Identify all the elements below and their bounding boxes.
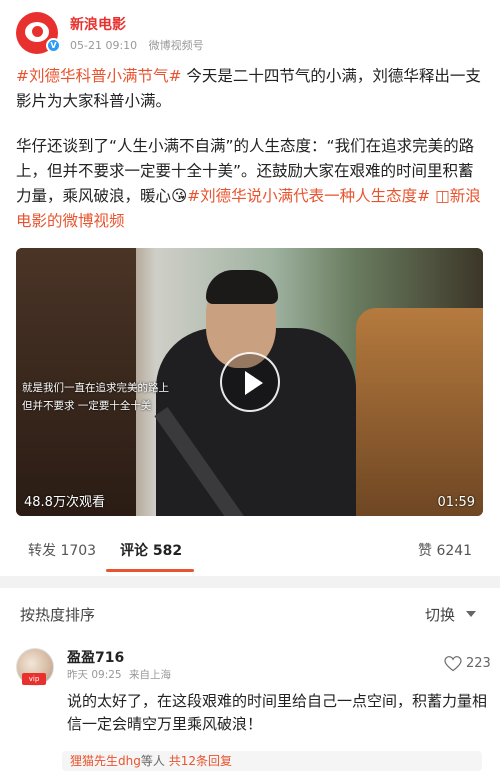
hashtag-link[interactable]: #刘德华说小满代表一种人生态度# xyxy=(187,187,430,205)
comment-time: 昨天 09:25 xyxy=(67,669,122,681)
reply-suffix: 等人 xyxy=(140,754,165,768)
comment-item: vip 盈盈716 昨天 09:25 来自上海 223 说的太好了，在这段艰难的… xyxy=(0,640,500,771)
tab-comments[interactable]: 评论 582 xyxy=(120,540,182,560)
hashtag-link[interactable]: #刘德华科普小满节气# xyxy=(16,67,181,85)
post-meta: 05-21 09:10 微博视频号 xyxy=(70,37,212,53)
reply-count[interactable]: 共12条回复 xyxy=(169,754,232,768)
video-duration: 01:59 xyxy=(437,495,475,510)
commenter-name[interactable]: 盈盈716 xyxy=(67,647,124,667)
video-view-count: 48.8万次观看 xyxy=(24,495,105,510)
reply-summary[interactable]: 狸猫先生dhg等人 共12条回复 xyxy=(62,751,482,771)
post-paragraph-1: #刘德华科普小满节气# 今天是二十四节气的小满，刘德华释出一支影片为大家科普小满… xyxy=(16,64,486,114)
active-tab-indicator xyxy=(106,569,194,572)
comment-location: 来自上海 xyxy=(128,669,171,681)
post-paragraph-2: 华仔还谈到了“人生小满不自满”的人生态度：“我们在追求完美的路上，但并不要求一定… xyxy=(16,134,486,234)
weibo-eye-pupil xyxy=(32,26,43,37)
tab-repost[interactable]: 转发 1703 xyxy=(28,540,96,560)
video-link-icon: ◫ xyxy=(435,187,450,205)
video-player[interactable]: 就是我们一直在追求完美的路上 但并不要求 一定要十全十美 48.8万次观看 01… xyxy=(16,248,483,516)
tab-likes[interactable]: 赞 6241 xyxy=(418,540,472,560)
video-subtitle-line1: 就是我们一直在追求完美的路上 xyxy=(22,382,169,394)
comment-meta: 昨天 09:25 来自上海 xyxy=(67,667,175,682)
chevron-down-icon[interactable] xyxy=(466,611,476,617)
comment-text: 说的太好了，在这段艰难的时间里给自己一点空间，积蓄力量相信一定会晴空万里乘风破浪… xyxy=(67,692,488,733)
comment-like-count: 223 xyxy=(466,656,491,671)
sort-label: 按热度排序 xyxy=(20,606,96,624)
post-body: #刘德华科普小满节气# 今天是二十四节气的小满，刘德华释出一支影片为大家科普小满… xyxy=(16,64,486,254)
sort-toggle-button[interactable]: 切换 xyxy=(425,604,455,625)
verified-badge-icon: V xyxy=(46,38,61,53)
heart-icon[interactable] xyxy=(444,656,462,672)
video-subtitle-line2: 但并不要求 一定要十全十美 xyxy=(22,400,152,412)
post-source[interactable]: 微博视频号 xyxy=(149,39,204,52)
video-frame-hair xyxy=(206,270,278,304)
section-divider xyxy=(0,576,500,588)
comment-sort-bar: 按热度排序 切换 xyxy=(0,590,500,634)
post-header: V 新浪电影 05-21 09:10 微博视频号 xyxy=(0,0,500,62)
engagement-tabs: 转发 1703 评论 582 赞 6241 xyxy=(0,528,500,574)
video-frame-seat xyxy=(356,308,483,516)
reply-user[interactable]: 狸猫先生dhg xyxy=(70,754,141,768)
post-date: 05-21 09:10 xyxy=(70,39,138,52)
avatar-badge-icon: vip xyxy=(22,673,46,685)
author-name[interactable]: 新浪电影 xyxy=(70,14,126,34)
play-icon[interactable] xyxy=(220,352,280,412)
